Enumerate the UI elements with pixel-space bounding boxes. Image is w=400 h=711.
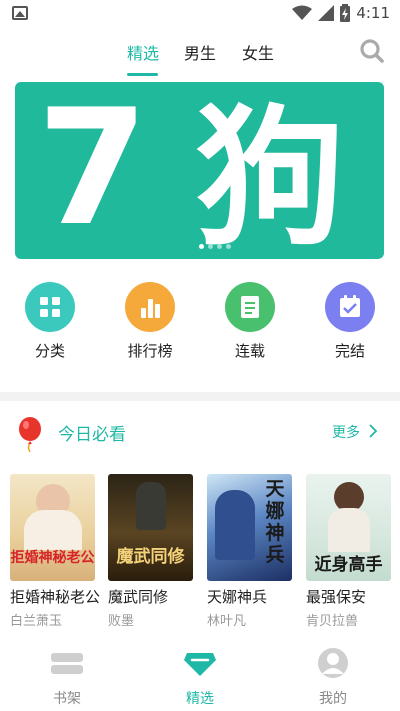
battery-icon <box>340 4 351 22</box>
book-cover: 魔武同修 <box>108 474 193 581</box>
nav-bookshelf[interactable]: 书架 <box>37 648 97 708</box>
book-author: 败墨 <box>108 614 135 629</box>
cover-title: 天娜神兵 <box>265 478 285 566</box>
book-title: 魔武同修 <box>108 588 169 606</box>
book-cover: 近身高手 <box>306 474 391 581</box>
banner-character: 狗 <box>195 92 346 259</box>
category-ranking[interactable]: 排行榜 <box>110 282 190 361</box>
book-cover: 天娜神兵 <box>207 474 292 581</box>
bottom-nav: 书架 精选 我的 <box>0 646 400 711</box>
banner-pagination <box>199 244 231 249</box>
tab-active-indicator <box>127 73 158 76</box>
tab-featured[interactable]: 精选 <box>127 40 159 64</box>
calendar-check-icon <box>325 282 375 332</box>
cover-title: 魔武同修 <box>116 547 185 567</box>
book-author: 白兰萧玉 <box>10 614 63 629</box>
bookshelf-icon <box>51 653 83 674</box>
chevron-right-icon[interactable] <box>368 424 378 438</box>
diamond-icon <box>184 653 216 676</box>
cover-title: 近身高手 <box>314 555 383 575</box>
banner-number: 7 <box>37 82 148 259</box>
pagination-dot <box>226 244 231 249</box>
book-title: 最强保安 <box>306 588 367 606</box>
category-row: 分类 排行榜 连载 完结 <box>0 282 400 362</box>
tab-male[interactable]: 男生 <box>184 40 216 64</box>
tab-female[interactable]: 女生 <box>242 40 274 64</box>
book-cover: 拒婚神秘老公 <box>10 474 95 581</box>
book-card[interactable]: 魔武同修 魔武同修 败墨 <box>108 474 196 629</box>
signal-icon <box>318 5 335 21</box>
top-tabs: 精选 男生 女生 <box>0 26 400 78</box>
nav-label: 我的 <box>319 691 347 707</box>
section-title: 今日必看 <box>58 425 126 445</box>
status-bar: 4:11 <box>0 0 400 26</box>
category-serial[interactable]: 连载 <box>210 282 290 361</box>
pagination-dot <box>199 244 204 249</box>
nav-label: 精选 <box>186 691 214 707</box>
category-finished[interactable]: 完结 <box>310 282 390 361</box>
category-label: 完结 <box>334 342 365 360</box>
book-card[interactable]: 天娜神兵 天娜神兵 林叶凡 <box>207 474 295 629</box>
wifi-icon <box>292 5 313 20</box>
bar-chart-icon <box>125 282 175 332</box>
category-classify[interactable]: 分类 <box>10 282 90 361</box>
book-title: 天娜神兵 <box>207 588 268 606</box>
balloon-icon <box>19 417 41 452</box>
grid-icon <box>25 282 75 332</box>
nav-featured[interactable]: 精选 <box>170 648 230 708</box>
category-label: 分类 <box>34 342 65 360</box>
cover-title: 拒婚神秘老公 <box>10 550 95 566</box>
book-author: 肯贝拉兽 <box>306 614 359 629</box>
section-divider <box>0 392 400 401</box>
status-time: 4:11 <box>356 4 390 22</box>
search-icon[interactable] <box>359 38 385 64</box>
more-link[interactable]: 更多 <box>332 422 360 442</box>
category-label: 排行榜 <box>127 342 173 360</box>
pagination-dot <box>217 244 222 249</box>
book-list: 拒婚神秘老公 拒婚神秘老公 白兰萧玉 魔武同修 魔武同修 败墨 天娜神兵 天娜神… <box>0 474 400 644</box>
book-card[interactable]: 拒婚神秘老公 拒婚神秘老公 白兰萧玉 <box>10 474 100 629</box>
category-label: 连载 <box>234 342 265 360</box>
image-notification-icon <box>12 6 28 20</box>
book-title: 拒婚神秘老公 <box>10 588 101 606</box>
section-header: 今日必看 更多 <box>0 410 400 456</box>
document-icon <box>225 282 275 332</box>
pagination-dot <box>208 244 213 249</box>
nav-label: 书架 <box>53 691 81 707</box>
promo-banner[interactable]: 7 狗 <box>15 82 384 259</box>
nav-mine[interactable]: 我的 <box>303 648 363 708</box>
book-card[interactable]: 近身高手 最强保安 肯贝拉兽 <box>306 474 394 629</box>
status-right: 4:11 <box>292 3 390 23</box>
user-icon <box>318 648 348 678</box>
book-author: 林叶凡 <box>207 614 247 629</box>
